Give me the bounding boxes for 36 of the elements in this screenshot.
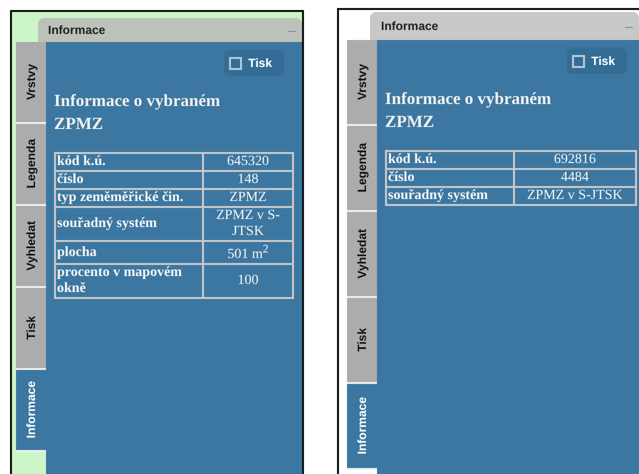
info-heading: Informace o vybraném ZPMZ	[54, 90, 222, 135]
table-cell: typ zeměměřické čin.	[55, 189, 203, 208]
table-cell: ZPMZ v S-JTSK	[514, 187, 636, 206]
table-cell: číslo	[55, 170, 203, 190]
table-cell: souřadný systém	[55, 207, 203, 242]
table-cell: souřadný systém	[386, 187, 514, 206]
table-cell: 692816	[514, 150, 636, 169]
checkbox-icon[interactable]	[229, 56, 242, 70]
table-cell: 501 m$^{2}$	[203, 241, 293, 264]
table-cell: ZPMZ	[203, 189, 293, 208]
table-cell: ZPMZ v S-JTSK	[203, 207, 293, 242]
table-cell: plocha	[55, 241, 203, 264]
table-cell: číslo	[386, 168, 514, 188]
side-tab[interactable]: Informace	[16, 370, 46, 452]
table-cell: 100	[203, 264, 293, 298]
panel-title: Informace	[48, 23, 106, 37]
side-tab[interactable]: Tisk	[16, 288, 46, 370]
table-cell: kód k.ú.	[55, 152, 203, 171]
side-tab[interactable]: Legenda	[16, 124, 46, 206]
table-cell: 148	[203, 170, 293, 190]
table-cell: kód k.ú.	[386, 150, 514, 169]
side-tab[interactable]: Legenda	[347, 126, 377, 212]
print-button[interactable]: Tisk	[224, 50, 284, 76]
panel-title: Informace	[381, 19, 438, 33]
info-heading: Informace o vybraném ZPMZ	[385, 88, 552, 133]
table-cell: 4484	[514, 168, 636, 188]
side-tab[interactable]: Vrstvy	[347, 40, 377, 126]
print-button[interactable]: Tisk	[567, 48, 627, 74]
side-tab[interactable]: Vyhledat	[347, 212, 377, 298]
table-cell: procento v mapovém okně	[55, 264, 203, 298]
side-tab[interactable]: Vrstvy	[16, 42, 46, 124]
side-tab[interactable]: Tisk	[347, 298, 377, 384]
checkbox-icon[interactable]	[572, 54, 586, 68]
table-cell: 645320	[203, 152, 293, 171]
side-tab[interactable]: Informace	[347, 384, 377, 470]
side-tab[interactable]: Vyhledat	[16, 206, 46, 288]
